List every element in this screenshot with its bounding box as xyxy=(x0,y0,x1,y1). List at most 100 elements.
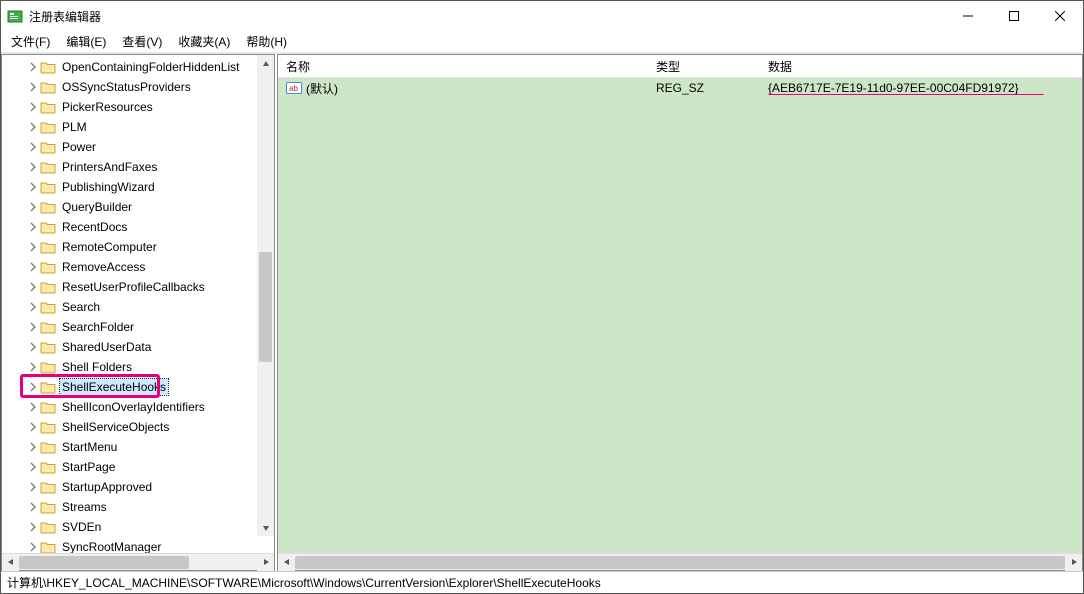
scroll-left-button[interactable] xyxy=(2,554,19,571)
tree-scroll-area[interactable]: OpenContainingFolderHiddenList OSSyncStat… xyxy=(2,55,274,553)
maximize-button[interactable] xyxy=(991,1,1037,31)
tree-item[interactable]: RemoteComputer xyxy=(2,237,274,257)
tree-item[interactable]: StartPage xyxy=(2,457,274,477)
tree-item-label: PublishingWizard xyxy=(60,179,157,195)
expand-collapse-icon[interactable] xyxy=(26,322,40,332)
tree-item-label: StartMenu xyxy=(60,439,119,455)
folder-icon xyxy=(40,80,56,94)
expand-collapse-icon[interactable] xyxy=(26,522,40,532)
expand-collapse-icon[interactable] xyxy=(26,222,40,232)
scroll-up-button[interactable] xyxy=(257,55,274,72)
menu-help[interactable]: 帮助(H) xyxy=(238,31,295,52)
expand-collapse-icon[interactable] xyxy=(26,462,40,472)
expand-collapse-icon[interactable] xyxy=(26,182,40,192)
tree-item[interactable]: Streams xyxy=(2,497,274,517)
tree-item[interactable]: OpenContainingFolderHiddenList xyxy=(2,57,274,77)
menubar: 文件(F) 编辑(E) 查看(V) 收藏夹(A) 帮助(H) xyxy=(1,31,1083,53)
column-type[interactable]: 类型 xyxy=(648,55,760,77)
expand-collapse-icon[interactable] xyxy=(26,102,40,112)
tree-item[interactable]: Shell Folders xyxy=(2,357,274,377)
scroll-thumb[interactable] xyxy=(259,252,272,362)
expand-collapse-icon[interactable] xyxy=(26,242,40,252)
expand-collapse-icon[interactable] xyxy=(26,362,40,372)
expand-collapse-icon[interactable] xyxy=(26,542,40,552)
column-data[interactable]: 数据 xyxy=(760,55,1082,77)
tree-item-label: Shell Folders xyxy=(60,359,134,375)
menu-view[interactable]: 查看(V) xyxy=(114,31,170,52)
values-horizontal-scrollbar[interactable] xyxy=(278,553,1082,570)
tree-item[interactable]: StartMenu xyxy=(2,437,274,457)
tree-item[interactable]: SearchFolder xyxy=(2,317,274,337)
tree-item[interactable]: ShellIconOverlayIdentifiers xyxy=(2,397,274,417)
tree-vertical-scrollbar[interactable] xyxy=(257,55,274,536)
tree-item[interactable]: PickerResources xyxy=(2,97,274,117)
tree-item-label: OpenContainingFolderHiddenList xyxy=(60,59,241,75)
values-list[interactable]: ab (默认) REG_SZ {AEB6717E-7E19-11d0-97EE-… xyxy=(278,78,1082,553)
tree-item[interactable]: PrintersAndFaxes xyxy=(2,157,274,177)
folder-icon xyxy=(40,320,56,334)
folder-icon xyxy=(40,500,56,514)
expand-collapse-icon[interactable] xyxy=(26,502,40,512)
tree-item-label: PickerResources xyxy=(60,99,155,115)
tree-item[interactable]: Search xyxy=(2,297,274,317)
titlebar[interactable]: 注册表编辑器 xyxy=(1,1,1083,31)
menu-edit[interactable]: 编辑(E) xyxy=(58,31,114,52)
expand-collapse-icon[interactable] xyxy=(26,442,40,452)
expand-collapse-icon[interactable] xyxy=(26,82,40,92)
expand-collapse-icon[interactable] xyxy=(26,162,40,172)
folder-icon xyxy=(40,220,56,234)
menu-favorites[interactable]: 收藏夹(A) xyxy=(170,31,238,52)
value-row[interactable]: ab (默认) REG_SZ {AEB6717E-7E19-11d0-97EE-… xyxy=(278,78,1082,98)
tree-item-label: Power xyxy=(60,139,98,155)
expand-collapse-icon[interactable] xyxy=(26,422,40,432)
scroll-right-button[interactable] xyxy=(1065,554,1082,571)
tree-item[interactable]: SharedUserData xyxy=(2,337,274,357)
expand-collapse-icon[interactable] xyxy=(26,262,40,272)
expand-collapse-icon[interactable] xyxy=(26,382,40,392)
expand-collapse-icon[interactable] xyxy=(26,402,40,412)
tree-item[interactable]: ShellExecuteHooks xyxy=(2,377,274,397)
expand-collapse-icon[interactable] xyxy=(26,342,40,352)
expand-collapse-icon[interactable] xyxy=(26,482,40,492)
expand-collapse-icon[interactable] xyxy=(26,282,40,292)
tree-item[interactable]: RemoveAccess xyxy=(2,257,274,277)
scroll-track[interactable] xyxy=(19,554,257,571)
tree-item[interactable]: SVDEn xyxy=(2,517,274,537)
tree-item[interactable]: SyncRootManager xyxy=(2,537,274,553)
window-controls xyxy=(945,1,1083,31)
tree-item[interactable]: ShellServiceObjects xyxy=(2,417,274,437)
statusbar: 计算机\HKEY_LOCAL_MACHINE\SOFTWARE\Microsof… xyxy=(1,571,1083,593)
scroll-track[interactable] xyxy=(295,554,1065,571)
tree-item[interactable]: StartupApproved xyxy=(2,477,274,497)
tree-item-label: StartPage xyxy=(60,459,117,475)
tree-item[interactable]: PublishingWizard xyxy=(2,177,274,197)
folder-icon xyxy=(40,180,56,194)
menu-file[interactable]: 文件(F) xyxy=(3,31,58,52)
scroll-down-button[interactable] xyxy=(257,519,274,536)
tree-item[interactable]: QueryBuilder xyxy=(2,197,274,217)
expand-collapse-icon[interactable] xyxy=(26,202,40,212)
tree-item-label: ShellExecuteHooks xyxy=(60,379,168,395)
tree-item[interactable]: Power xyxy=(2,137,274,157)
column-name[interactable]: 名称 xyxy=(278,55,648,77)
tree-item[interactable]: PLM xyxy=(2,117,274,137)
tree-item[interactable]: ResetUserProfileCallbacks xyxy=(2,277,274,297)
minimize-button[interactable] xyxy=(945,1,991,31)
scroll-right-button[interactable] xyxy=(257,554,274,571)
tree-horizontal-scrollbar[interactable] xyxy=(2,553,274,570)
expand-collapse-icon[interactable] xyxy=(26,62,40,72)
scroll-thumb[interactable] xyxy=(295,556,1065,569)
close-button[interactable] xyxy=(1037,1,1083,31)
folder-icon xyxy=(40,100,56,114)
scroll-track[interactable] xyxy=(257,72,274,519)
expand-collapse-icon[interactable] xyxy=(26,122,40,132)
scroll-thumb[interactable] xyxy=(19,556,189,569)
tree-item[interactable]: OSSyncStatusProviders xyxy=(2,77,274,97)
tree-item[interactable]: RecentDocs xyxy=(2,217,274,237)
scroll-left-button[interactable] xyxy=(278,554,295,571)
expand-collapse-icon[interactable] xyxy=(26,142,40,152)
value-data: {AEB6717E-7E19-11d0-97EE-00C04FD91972} xyxy=(760,81,1082,95)
expand-collapse-icon[interactable] xyxy=(26,302,40,312)
folder-icon xyxy=(40,460,56,474)
tree-item-label: RemoveAccess xyxy=(60,259,147,275)
